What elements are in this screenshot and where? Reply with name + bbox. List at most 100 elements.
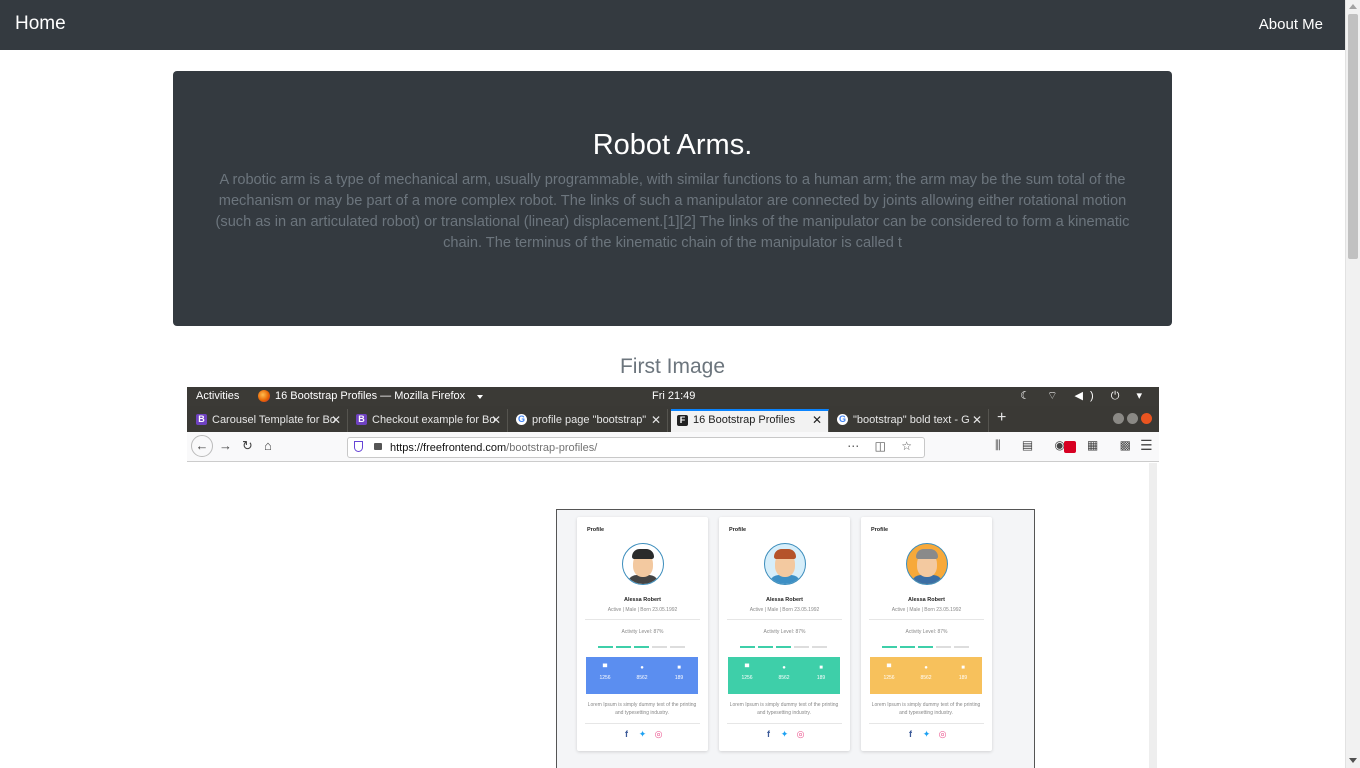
followers-stat: ● 8562 [769,665,799,681]
scroll-up-arrow-icon[interactable] [1349,4,1357,9]
divider [869,723,984,724]
avatar [906,543,948,585]
minimize-icon [1113,413,1124,424]
facebook-icon: f [625,729,628,739]
profile-meta: Active | Male | Born 23.05.1992 [891,607,962,613]
divider [727,619,842,620]
scrollbar-thumb[interactable] [1348,14,1358,259]
card-label: Profile [729,527,747,533]
page-actions-icons: ⋯ ◫ ☆ [847,439,918,453]
browser-content: Profile Alessa Robert Active | Male | Bo… [187,463,1159,768]
dribbble-icon: ◎ [796,729,805,739]
close-icon: ✕ [971,413,982,427]
toolbar-icons: ⫼ ▤ ◉ [995,438,1074,452]
jumbotron-title: Robot Arms. [592,129,753,161]
profile-description: Lorem Ipsum is simply dummy text of the … [729,702,839,716]
stats-panel: ▀ 1256 ● 8562 ■ 189 [586,657,698,694]
jumbotron: Robot Arms. A robotic arm is a type of m… [173,71,1172,326]
profile-meta: Active | Male | Born 23.05.1992 [607,607,678,613]
content-scrollbar [1149,463,1157,768]
activities-label: Activities [196,390,240,402]
nav-home-link[interactable]: Home [15,13,66,35]
new-tab-icon: + [997,409,1007,426]
stats-panel: ▀ 1256 ● 8562 ■ 189 [728,657,840,694]
google-icon: G [516,414,527,425]
twitter-icon: ✦ [780,729,789,739]
divider [585,619,700,620]
system-tray-icons: ☾ ⌔ ◀) ⏻ ▾ [1020,390,1149,402]
dribbble-icon: ◎ [938,729,947,739]
gnome-top-bar: Activities 16 Bootstrap Profiles — Mozil… [187,387,1159,406]
activity-level: Activity Level: 87% [763,629,806,635]
url-text: https://freefrontend.com/bootstrap-profi… [390,442,598,454]
profile-name: Alessa Robert [908,597,945,603]
avatar [764,543,806,585]
menu-icon: ☰ [1140,437,1153,453]
google-icon: G [837,414,848,425]
bootstrap-icon: B [356,414,367,425]
profile-cards-demo: Profile Alessa Robert Active | Male | Bo… [556,509,1035,768]
nav-about-link[interactable]: About Me [1259,16,1323,33]
window-close-icon [1141,413,1152,424]
bootstrap-icon: B [196,414,207,425]
social-links: f ✦ ◎ [577,729,708,740]
app-title: 16 Bootstrap Profiles — Mozilla Firefox [275,390,466,402]
tab-label: Carousel Template for Bo [212,414,336,426]
facebook-icon: f [767,729,770,739]
videos-stat: ■ 189 [806,665,836,681]
browser-toolbar: ← → ↻ ⌂ https://freefrontend.com/bootstr… [187,432,1159,462]
stats-panel: ▀ 1256 ● 8562 ■ 189 [870,657,982,694]
tab-label: Checkout example for Bo [372,414,496,426]
tab-label: profile page "bootstrap" [532,414,647,426]
pdf-extension-icon [1064,441,1076,453]
freefrontend-icon: F [677,415,688,426]
close-icon: ✕ [650,413,661,427]
profile-card: Profile Alessa Robert Active | Male | Bo… [719,517,850,751]
reload-icon: ↻ [242,438,253,453]
profile-name: Alessa Robert [624,597,661,603]
comment-icon: ▀ [886,665,892,671]
facebook-icon: f [909,729,912,739]
profile-description: Lorem Ipsum is simply dummy text of the … [871,702,981,716]
activity-bars [737,646,833,648]
user-icon: ● [640,665,644,671]
close-icon: ✕ [490,413,501,427]
scroll-down-arrow-icon[interactable] [1349,758,1357,763]
page-scrollbar[interactable] [1345,0,1360,768]
maximize-icon [1127,413,1138,424]
close-icon: ✕ [330,413,341,427]
comment-icon: ▀ [744,665,750,671]
user-icon: ● [782,665,786,671]
divider [585,723,700,724]
twitter-icon: ✦ [638,729,647,739]
followers-stat: ● 8562 [911,665,941,681]
user-icon: ● [924,665,928,671]
video-icon: ■ [961,665,965,671]
twitter-icon: ✦ [922,729,931,739]
profile-meta: Active | Male | Born 23.05.1992 [749,607,820,613]
dribbble-icon: ◎ [654,729,663,739]
tab-checkout: B Checkout example for Bo ✕ [350,409,508,432]
close-icon: ✕ [811,413,822,427]
reader-icons: ▦ ▩ [1087,438,1141,452]
firefox-icon [258,390,270,402]
card-label: Profile [587,527,605,533]
comments-stat: ▀ 1256 [590,665,620,681]
card-label: Profile [871,527,889,533]
profile-name: Alessa Robert [766,597,803,603]
activity-level: Activity Level: 87% [905,629,948,635]
video-icon: ■ [819,665,823,671]
activity-bars [879,646,975,648]
divider [869,619,984,620]
videos-stat: ■ 189 [664,665,694,681]
shield-icon [354,441,363,452]
lock-icon [374,443,382,450]
video-icon: ■ [677,665,681,671]
tab-strip: B Carousel Template for Bo ✕ B Checkout … [187,406,1159,432]
followers-stat: ● 8562 [627,665,657,681]
tab-carousel: B Carousel Template for Bo ✕ [190,409,348,432]
clock: Fri 21:49 [652,390,696,402]
section-title: First Image [619,355,726,378]
comment-icon: ▀ [602,665,608,671]
forward-arrow-icon: → [219,438,232,453]
